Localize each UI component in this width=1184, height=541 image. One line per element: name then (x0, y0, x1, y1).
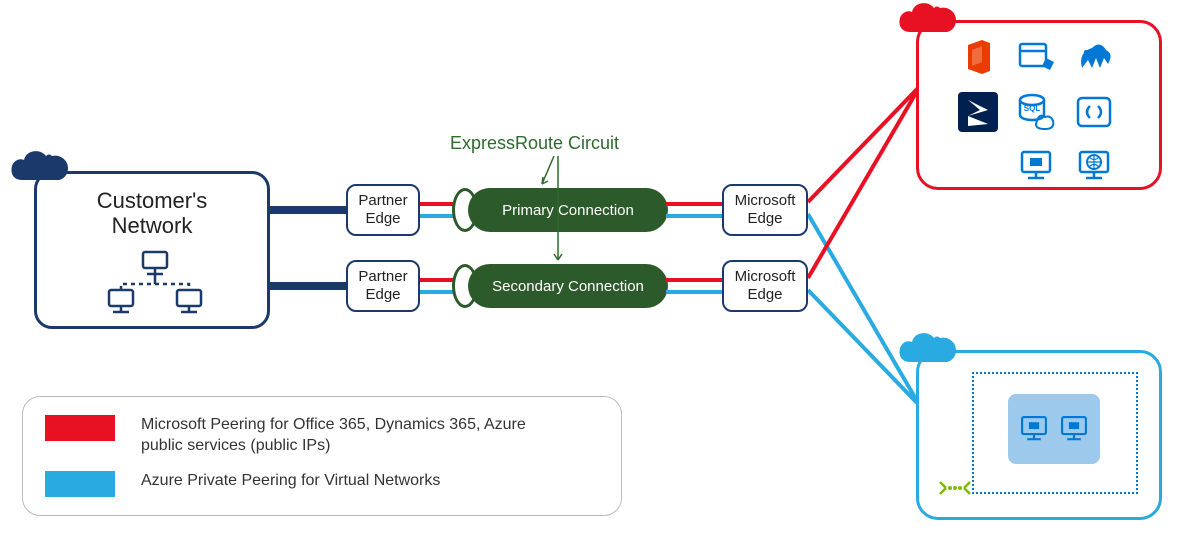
microsoft-services-cloud-icon (896, 0, 962, 40)
legend-swatch-red (45, 415, 115, 441)
legend-row-ms-peering: Microsoft Peering for Office 365, Dynami… (45, 415, 599, 457)
svg-text:SQL: SQL (1024, 104, 1041, 113)
partner-edge-box-primary: Partner Edge (346, 184, 420, 236)
microsoft-edge-box-primary: Microsoft Edge (722, 184, 808, 236)
expressroute-circuit-label: ExpressRoute Circuit (450, 133, 619, 154)
dynamics-365-icon (956, 90, 1000, 134)
partner-edge-label: Partner Edge (352, 192, 414, 228)
peer-line-blue (666, 290, 724, 294)
legend-text-ms-peering: Microsoft Peering for Office 365, Dynami… (141, 415, 571, 457)
empty-slot (956, 144, 1000, 188)
legend-row-private-peering: Azure Private Peering for Virtual Networ… (45, 471, 599, 497)
services-icon-grid: SQL (956, 36, 1116, 188)
vm-service-icon (1014, 144, 1058, 188)
secondary-connection-label: Secondary Connection (492, 278, 644, 295)
vnet-peering-icon (938, 476, 972, 500)
vnet-cloud-icon (896, 326, 962, 370)
microsoft-edge-label: Microsoft Edge (728, 192, 802, 228)
azure-storage-icon (1014, 36, 1058, 80)
microsoft-edge-label: Microsoft Edge (728, 268, 802, 304)
peer-line-red (666, 202, 724, 206)
customer-network-box: Customer's Network (34, 171, 270, 329)
code-service-icon (1072, 90, 1116, 134)
hdinsight-icon (1072, 36, 1116, 80)
partner-edge-label: Partner Edge (352, 268, 414, 304)
legend-box: Microsoft Peering for Office 365, Dynami… (22, 396, 622, 516)
peer-line-blue (666, 214, 724, 218)
customer-cloud-icon (8, 144, 74, 188)
connector-line (270, 282, 348, 290)
circuit-arrows (540, 156, 580, 272)
office-365-icon (956, 36, 1000, 80)
connector-line (270, 206, 348, 214)
vnet-vm-group (1008, 394, 1100, 464)
peer-line-red (666, 278, 724, 282)
customer-network-label: Customer's Network (37, 188, 267, 239)
computers-icon (105, 250, 205, 320)
legend-text-private-peering: Azure Private Peering for Virtual Networ… (141, 471, 440, 492)
web-app-icon (1072, 144, 1116, 188)
microsoft-edge-box-secondary: Microsoft Edge (722, 260, 808, 312)
sql-database-icon: SQL (1014, 90, 1058, 134)
legend-swatch-blue (45, 471, 115, 497)
vm-icon (1057, 412, 1091, 446)
partner-edge-box-secondary: Partner Edge (346, 260, 420, 312)
vm-icon (1017, 412, 1051, 446)
